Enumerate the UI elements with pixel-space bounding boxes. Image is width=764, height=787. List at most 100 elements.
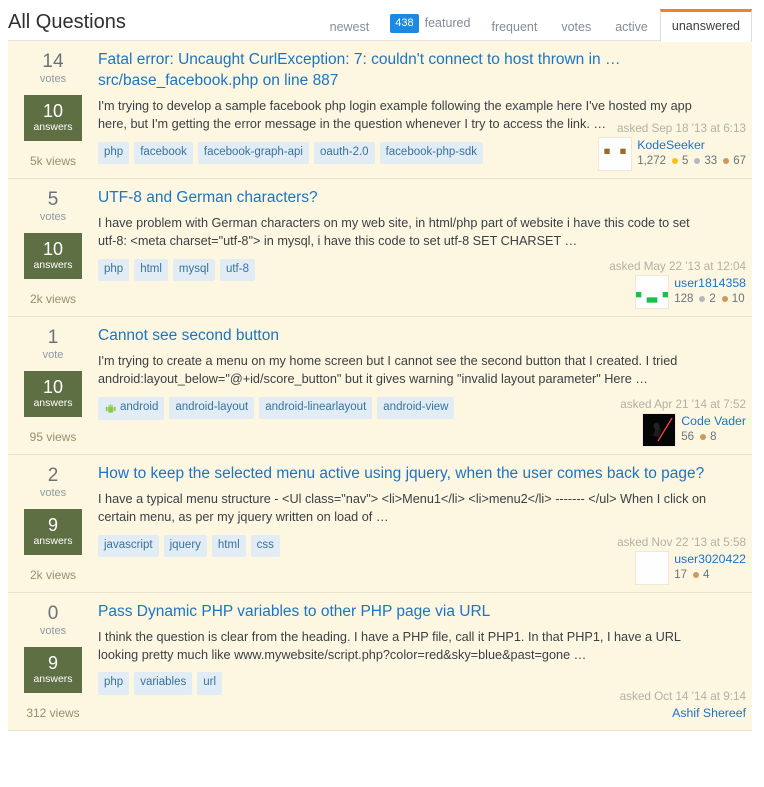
reputation-line: 17 4 [674,568,746,582]
tag-php[interactable]: php [98,672,130,695]
tag-facebook-php-sdk[interactable]: facebook-php-sdk [379,141,483,165]
tag-android-view[interactable]: android-view [377,396,455,420]
bronze-badge-count: 10 [731,293,745,306]
question-row: 2 votes 9 answers 2k views How to keep the se… [8,454,752,593]
avatar[interactable] [643,413,676,446]
asked-timestamp: asked Oct 14 '14 at 9:14 [619,690,746,704]
tag-mysql[interactable]: mysql [172,258,215,282]
tag-facebook[interactable]: facebook [134,141,193,165]
view-count: 312 views [26,705,80,720]
question-author-block: asked May 22 '13 at 12:04 user1814358 128 2… [531,260,746,308]
tag-label: variables [140,676,187,689]
vote-label: votes [39,624,67,637]
asked-timestamp: asked Apr 21 '14 at 7:52 [620,397,746,411]
tab-unanswered[interactable]: unanswered [659,8,752,42]
tag-utf-8[interactable]: utf-8 [219,258,255,282]
user-meta: user3020422 17 4 [674,552,746,583]
user-card: Ashif Shereef [531,706,746,721]
tab-label: newest [329,19,370,34]
tag-label: facebook-php-sdk [385,145,477,158]
answer-count-box: 10 answers [24,370,82,417]
bronze-badge-count: 8 [710,431,717,444]
tag-label: html [140,262,162,275]
asked-timestamp: asked May 22 '13 at 12:04 [609,259,746,273]
avatar[interactable] [636,275,669,308]
question-title-link[interactable]: UTF-8 and German characters? [98,188,744,209]
reputation-line: 128 2 10 [674,292,746,306]
tag-php[interactable]: php [98,141,130,165]
question-title-link[interactable]: Fatal error: Uncaught CurlException: 7: … [98,50,744,92]
answer-label: answers [33,673,73,686]
user-name-link[interactable]: Code Vader [681,414,746,429]
vote-label: vote [42,348,64,361]
avatar[interactable] [599,137,632,170]
answer-count-box: 10 answers [24,232,82,279]
question-author-block: asked Nov 22 '13 at 5:58 user3020422 17 4 [531,536,746,584]
tag-php[interactable]: php [98,258,130,282]
user-card: KodeSeeker 1,272 5 33 67 [531,137,746,170]
bronze-badge-icon [723,158,730,165]
question-row: 0 votes 9 answers 312 views Pass Dynamic PHP … [8,592,752,731]
question-stats: 1 vote 10 answers 95 views [8,326,98,444]
bronze-badge-icon [700,434,707,441]
bronze-badge-count: 67 [733,155,746,168]
answer-count: 10 [42,239,64,260]
tab-votes[interactable]: votes [549,14,603,43]
tag-css[interactable]: css [250,534,280,558]
tag-html[interactable]: html [134,258,168,282]
user-meta: KodeSeeker 1,272 5 33 67 [637,138,746,169]
tab-active[interactable]: active [603,14,660,43]
user-name-link[interactable]: user1814358 [674,276,746,291]
gold-badge-count: 5 [682,155,689,168]
question-title-link[interactable]: How to keep the selected menu active usi… [98,464,744,485]
question-stats: 14 votes 10 answers 5k views [8,50,98,168]
answer-count: 10 [42,101,64,122]
question-stats: 5 votes 10 answers 2k views [8,188,98,306]
question-author-block: asked Apr 21 '14 at 7:52 Code Vader 56 8 [531,398,746,446]
tag-url[interactable]: url [197,672,222,695]
question-title-link[interactable]: Pass Dynamic PHP variables to other PHP … [98,602,744,623]
question-title-link[interactable]: Cannot see second button [98,326,744,347]
answer-count-box: 10 answers [24,94,82,141]
tag-android[interactable]: android [98,396,165,420]
tab-frequent[interactable]: frequent [479,14,549,43]
vote-label: votes [39,486,67,499]
answer-count: 9 [47,515,58,536]
question-list: 14 votes 10 answers 5k views Fatal error: Unc… [8,41,752,731]
tag-variables[interactable]: variables [134,672,193,695]
tag-label: oauth-2.0 [319,145,369,158]
silver-badge-icon [694,158,701,165]
user-name-link[interactable]: user3020422 [674,552,746,567]
question-author-block: asked Oct 14 '14 at 9:14 Ashif Shereef [531,690,746,721]
tag-jquery[interactable]: jquery [163,534,207,558]
question-stats: 0 votes 9 answers 312 views [8,602,98,720]
tab-featured[interactable]: 438 featured [381,7,479,42]
tag-label: android [120,400,159,413]
user-meta: user1814358 128 2 10 [674,276,746,307]
vote-count: 5 [47,188,59,210]
user-card: user3020422 17 4 [531,551,746,584]
page-title: All Questions [8,11,126,33]
tag-html[interactable]: html [211,534,246,558]
tag-label: mysql [178,262,209,275]
question-row: 5 votes 10 answers 2k views UTF-8 and German … [8,178,752,317]
vote-count: 2 [47,464,59,486]
tag-facebook-graph-api[interactable]: facebook-graph-api [197,141,309,165]
question-summary: Cannot see second button I'm trying to cr… [98,326,752,446]
tag-oauth-2.0[interactable]: oauth-2.0 [313,141,375,165]
avatar[interactable] [636,551,669,584]
tag-label: jquery [169,538,201,551]
tab-newest[interactable]: newest [318,14,382,43]
tag-javascript[interactable]: javascript [98,534,159,558]
question-summary: Pass Dynamic PHP variables to other PHP … [98,602,752,720]
question-excerpt: I think the question is clear from the h… [98,629,681,663]
tag-android-linearlayout[interactable]: android-linearlayout [259,396,373,420]
reputation-line: 1,272 5 33 67 [637,154,746,168]
tag-label: android-linearlayout [265,400,367,413]
question-author-block: asked Sep 18 '13 at 6:13 KodeSeeker 1,272 5… [531,122,746,170]
user-name-link[interactable]: KodeSeeker [637,138,746,153]
user-name-link[interactable]: Ashif Shereef [672,706,746,721]
page-header: All Questions newest 438 featured frequent v… [0,0,764,43]
answer-label: answers [33,535,73,548]
tag-android-layout[interactable]: android-layout [169,396,255,420]
